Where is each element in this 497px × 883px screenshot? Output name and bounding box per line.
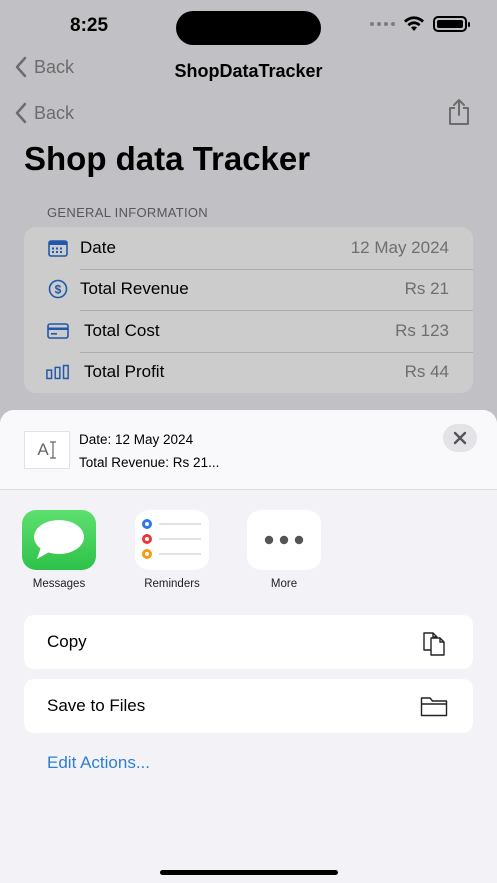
copy-icon [419,627,449,657]
share-preview-header: A Date: 12 May 2024 Total Revenue: Rs 21… [0,410,497,490]
home-indicator [160,870,338,875]
share-app-reminders[interactable]: Reminders [127,510,217,590]
share-app-messages[interactable]: Messages [14,510,104,590]
folder-icon [419,691,449,721]
share-sheet: A Date: 12 May 2024 Total Revenue: Rs 21… [0,410,497,883]
preview-thumb-letter: A [37,440,49,459]
close-button[interactable] [443,424,477,452]
share-apps-row: Messages Reminders More [0,510,497,600]
preview-thumbnail: A [24,431,70,469]
messages-icon [22,510,96,570]
copy-action[interactable]: Copy [24,615,473,669]
close-icon [453,431,467,445]
share-app-label: More [270,578,298,590]
share-app-label: Messages [32,578,86,590]
action-label: Save to Files [47,696,146,715]
preview-line-2: Total Revenue: Rs 21... [79,455,220,470]
share-app-more[interactable]: More [239,510,329,590]
reminders-icon [135,510,209,570]
text-cursor-icon [49,441,56,459]
save-to-files-action[interactable]: Save to Files [24,679,473,733]
preview-line-1: Date: 12 May 2024 [79,432,194,447]
more-icon [247,510,321,570]
edit-actions-link[interactable]: Edit Actions... [47,753,150,773]
action-label: Copy [47,632,87,651]
share-app-label: Reminders [144,578,200,590]
